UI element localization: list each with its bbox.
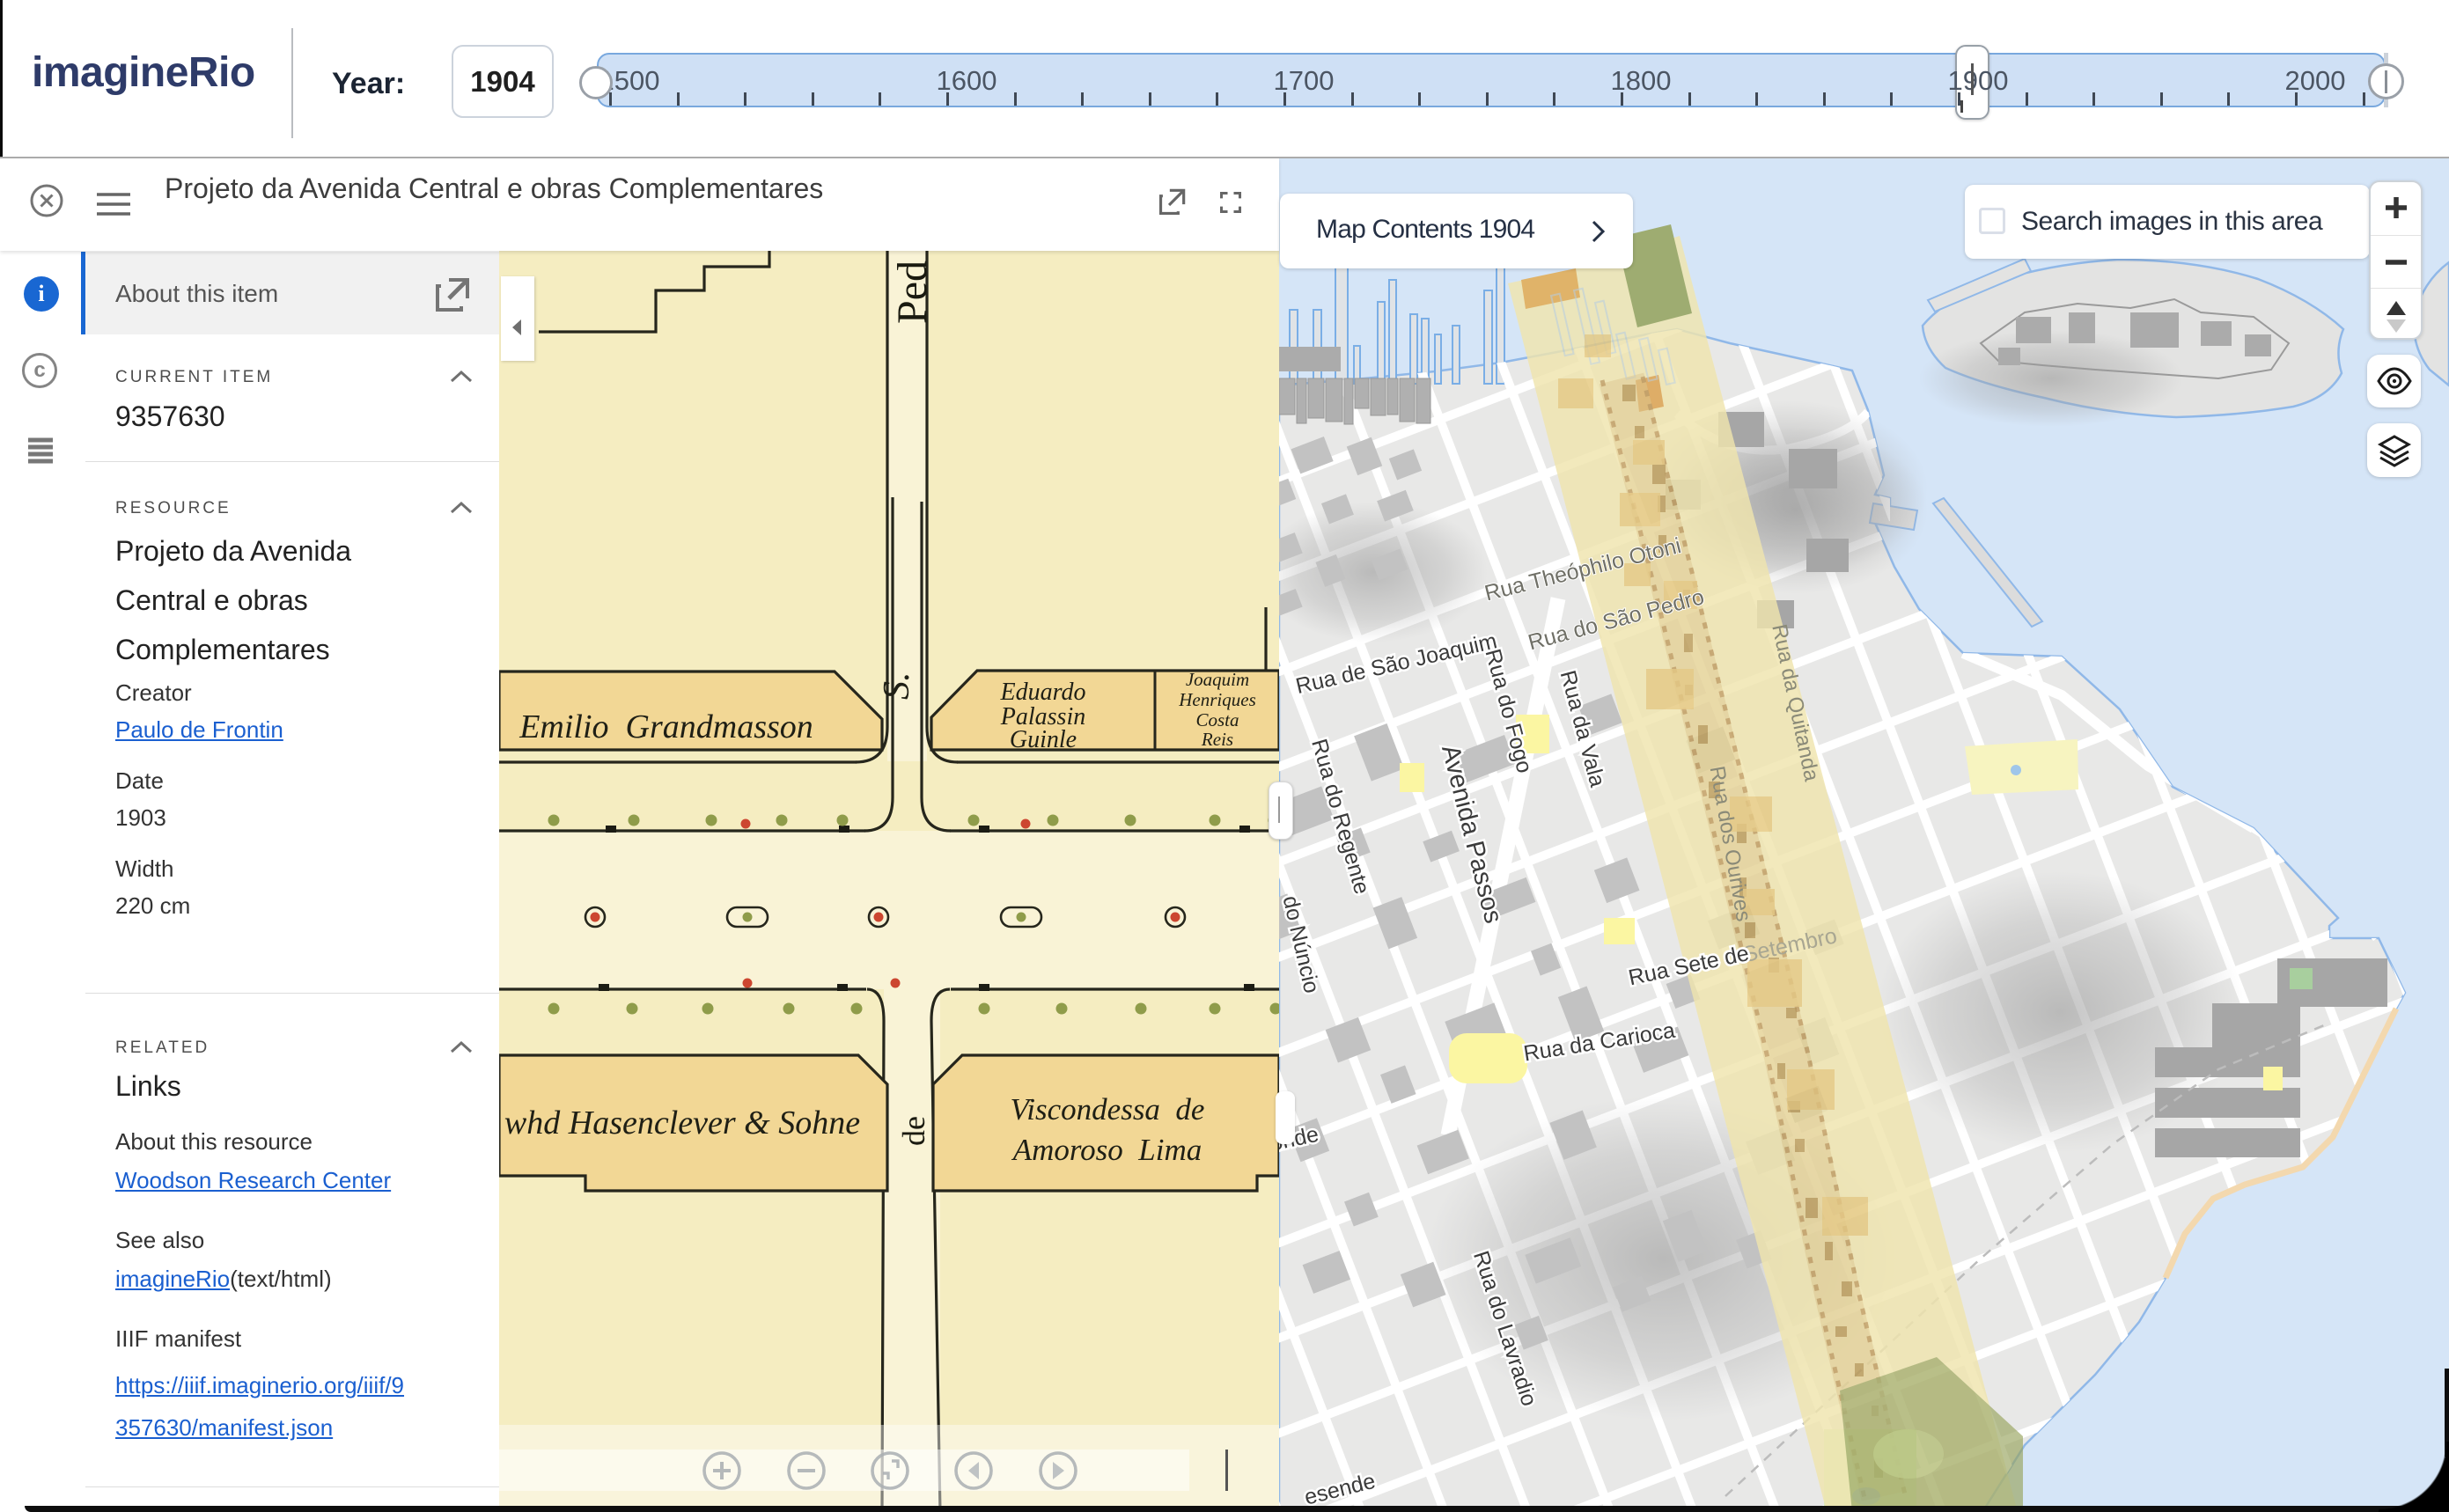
svg-text:whd Hasenclever & Sohne: whd Hasenclever & Sohne (504, 1105, 860, 1141)
svg-text:Emilio Grandmasson: Emilio Grandmasson (518, 708, 813, 745)
svg-text:Reis: Reis (1201, 729, 1233, 750)
svg-text:de: de (896, 1116, 931, 1146)
svg-text:Henriques: Henriques (1178, 689, 1256, 710)
svg-text:Joaquim: Joaquim (1186, 669, 1249, 690)
svg-text:S.: S. (877, 672, 917, 701)
svg-text:Guinle: Guinle (1010, 726, 1077, 753)
svg-text:Amoroso Lima: Amoroso Lima (1011, 1133, 1202, 1167)
svg-text:Ped: Ped (889, 261, 936, 324)
svg-text:Costa: Costa (1195, 709, 1239, 730)
svg-text:Viscondessa de: Viscondessa de (1011, 1092, 1205, 1127)
svg-text:Eduardo: Eduardo (1000, 679, 1086, 706)
